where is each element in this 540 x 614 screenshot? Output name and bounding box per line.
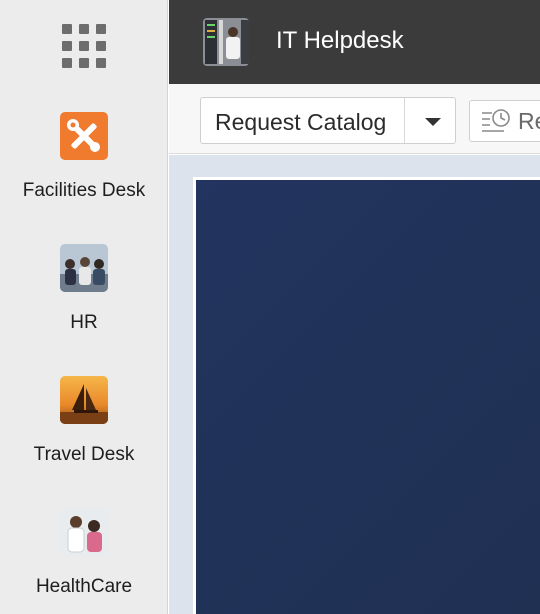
grid-icon[interactable]: [62, 24, 108, 70]
app-label: Facilities Desk: [22, 180, 146, 201]
history-button[interactable]: Re: [469, 100, 540, 142]
app-item-facilities-desk[interactable]: Facilities Desk: [0, 112, 168, 222]
history-list-icon: [482, 109, 510, 132]
app-item-travel-desk[interactable]: Travel Desk: [0, 376, 168, 486]
app-header: IT Helpdesk: [169, 0, 540, 84]
history-label: Re: [518, 108, 540, 134]
app-label: HealthCare: [35, 576, 133, 597]
app-item-healthcare[interactable]: HealthCare: [0, 508, 168, 614]
sailboat-photo-icon: [60, 376, 108, 424]
page-title: IT Helpdesk: [276, 27, 404, 54]
main-content: [169, 155, 540, 614]
chevron-down-icon[interactable]: [425, 118, 441, 126]
request-catalog-select[interactable]: Request Catalog: [200, 97, 456, 144]
tools-icon: [60, 112, 108, 160]
app-item-hr[interactable]: HR: [0, 244, 168, 354]
toolbar: Request Catalog Re: [169, 84, 540, 154]
hero-panel: [193, 177, 540, 614]
select-value: Request Catalog: [215, 109, 387, 135]
app-label: Travel Desk: [33, 444, 135, 465]
select-divider: [404, 98, 405, 143]
app-switcher-sidebar: Facilities Desk HR Travel Desk HealthCar…: [0, 0, 168, 614]
app-label: HR: [70, 312, 98, 333]
server-room-photo-icon: [203, 18, 249, 66]
people-photo-icon: [60, 244, 108, 292]
doctor-photo-icon: [60, 508, 108, 556]
